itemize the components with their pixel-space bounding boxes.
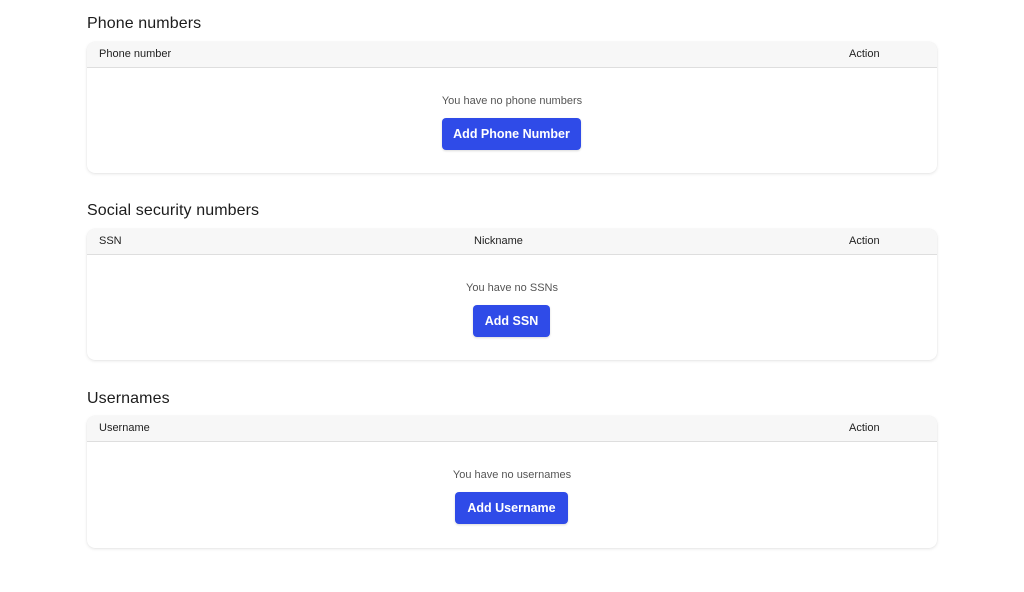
usernames-title: Usernames [87, 390, 170, 407]
phone-numbers-empty-state: You have no phone numbers Add Phone Numb… [87, 68, 937, 173]
column-header-action: Action [849, 422, 880, 434]
column-header-ssn: SSN [99, 235, 122, 247]
column-header-nickname: Nickname [474, 235, 523, 247]
ssn-empty-text: You have no SSNs [466, 282, 558, 294]
usernames-section: Usernames Username Action You have no us… [87, 388, 937, 548]
phone-numbers-title: Phone numbers [87, 15, 202, 32]
phone-numbers-empty-text: You have no phone numbers [441, 95, 583, 107]
ssn-table-header: SSN Nickname Action [87, 229, 937, 255]
usernames-empty-text: You have no usernames [452, 469, 572, 481]
phone-numbers-table-header: Phone number Action [87, 42, 937, 68]
phone-numbers-table: Phone number Action You have no phone nu… [87, 42, 937, 173]
phone-numbers-section: Phone numbers Phone number Action You ha… [87, 13, 937, 173]
usernames-table: Username Action You have no usernames Ad… [87, 416, 937, 548]
usernames-table-header: Username Action [87, 416, 937, 442]
identity-settings-page: Phone numbers Phone number Action You ha… [0, 0, 1024, 592]
add-phone-number-button[interactable]: Add Phone Number [442, 118, 581, 150]
ssn-section: Social security numbers SSN Nickname Act… [87, 200, 937, 360]
ssn-table: SSN Nickname Action You have no SSNs Add… [87, 229, 937, 360]
ssn-title: Social security numbers [87, 202, 260, 219]
ssn-empty-state: You have no SSNs Add SSN [87, 255, 937, 360]
add-ssn-button[interactable]: Add SSN [473, 305, 550, 337]
column-header-phone-number: Phone number [99, 48, 172, 60]
column-header-action: Action [849, 235, 880, 247]
column-header-action: Action [849, 48, 880, 60]
usernames-empty-state: You have no usernames Add Username [87, 442, 937, 548]
column-header-username: Username [99, 422, 150, 434]
add-username-button[interactable]: Add Username [455, 492, 568, 524]
